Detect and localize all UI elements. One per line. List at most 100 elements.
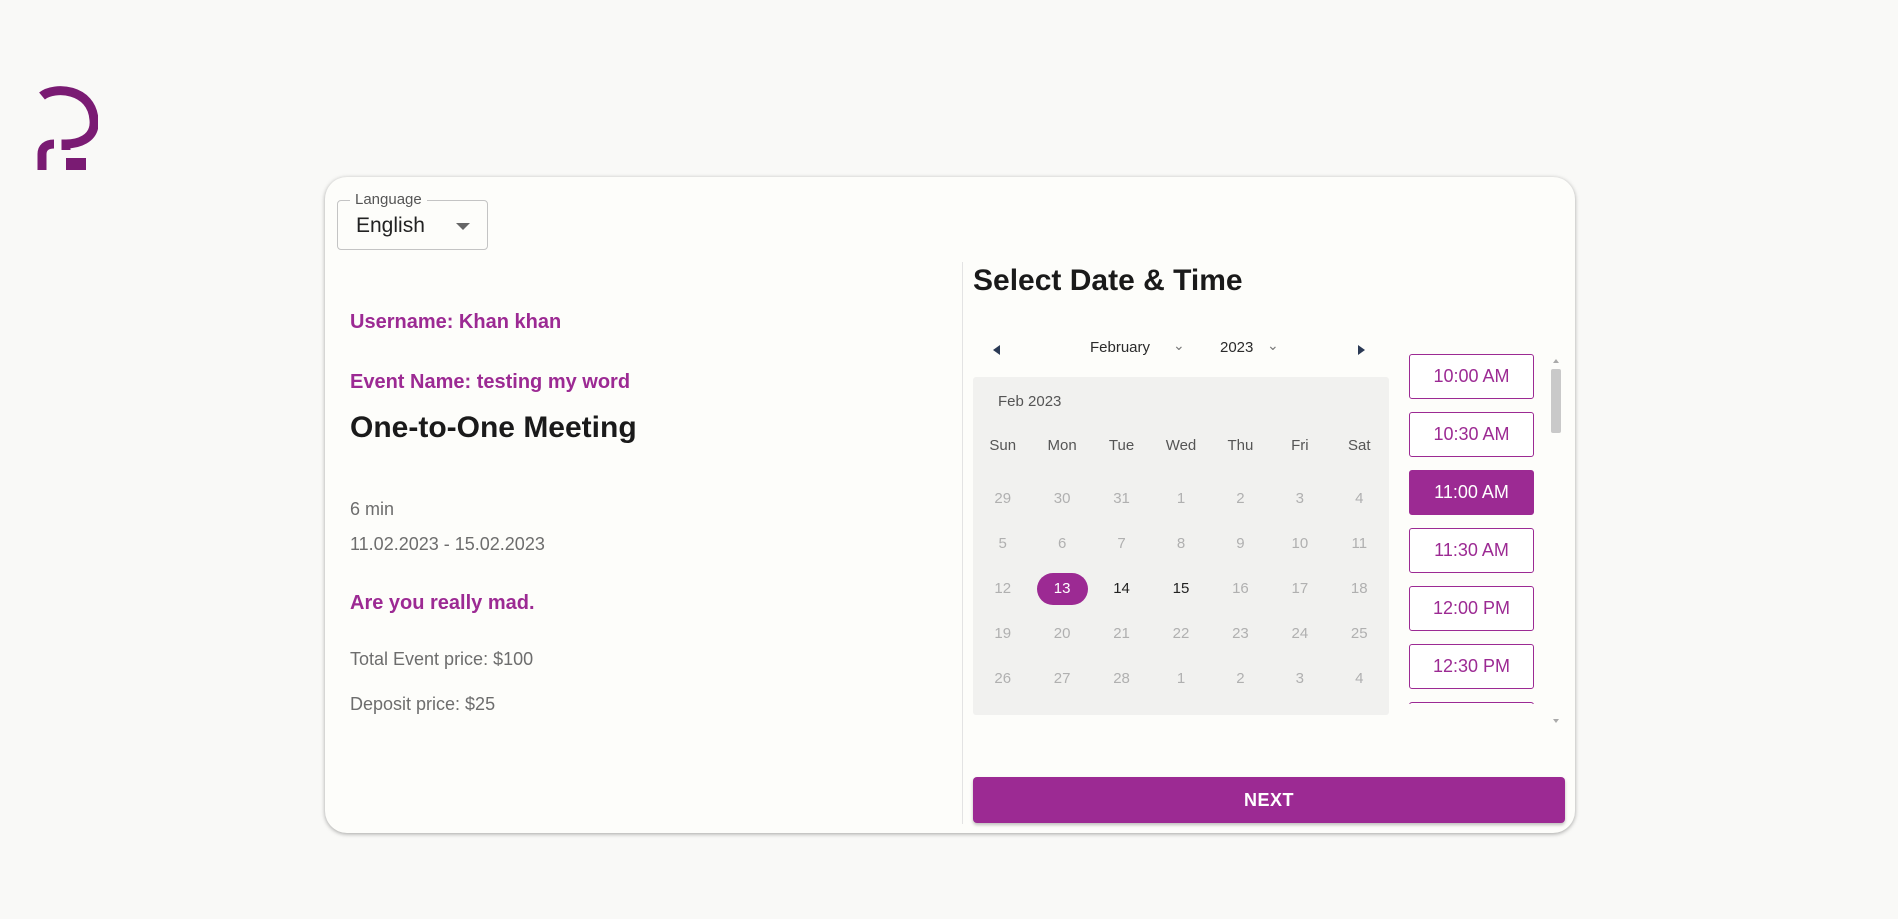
calendar-grid: Sun Mon Tue Wed Thu Fri Sat 29 30 31 1 2 3 4 5 6 7 8 9 10 11… — [973, 431, 1389, 701]
calendar-day: 1 — [1151, 476, 1210, 521]
scroll-thumb[interactable] — [1551, 369, 1561, 433]
calendar-day: 3 — [1270, 656, 1329, 701]
calendar-day: 30 — [1032, 476, 1091, 521]
calendar-day: 16 — [1211, 566, 1270, 611]
prev-month-icon[interactable] — [993, 345, 1000, 355]
calendar-day-number: 18 — [1350, 580, 1368, 597]
calendar-day-number: 19 — [994, 625, 1012, 642]
time-slot[interactable]: 10:30 AM — [1409, 412, 1534, 457]
calendar-day-number: 3 — [1295, 490, 1305, 507]
calendar-day-number: 28 — [1113, 670, 1130, 687]
time-slot[interactable]: 10:00 AM — [1409, 354, 1534, 399]
calendar-day-number: 27 — [1053, 670, 1071, 687]
calendar-day-number: 3 — [1295, 670, 1305, 687]
calendar-day: 22 — [1151, 611, 1210, 656]
next-button[interactable]: NEXT — [973, 777, 1565, 823]
calendar-day: 27 — [1032, 656, 1091, 701]
calendar-day-number: 13 — [1036, 572, 1088, 605]
event-title: One-to-One Meeting — [350, 411, 637, 444]
calendar-day: 31 — [1092, 476, 1151, 521]
calendar-day: 1 — [1151, 656, 1210, 701]
calendar-day: 28 — [1092, 656, 1151, 701]
calendar-day-number: 20 — [1053, 625, 1071, 642]
calendar-day: 4 — [1330, 656, 1389, 701]
calendar-day[interactable]: 14 — [1092, 566, 1151, 611]
time-slot-list: 10:00 AM 10:30 AM 11:00 AM 11:30 AM 12:00 PM… — [1407, 354, 1557, 704]
calendar-day: 17 — [1270, 566, 1329, 611]
calendar-day-number: 9 — [1236, 535, 1245, 552]
language-value: English — [356, 214, 425, 237]
calendar-day: 4 — [1330, 476, 1389, 521]
calendar-day-number: 16 — [1232, 580, 1249, 597]
weekday-header: Tue — [1108, 437, 1135, 454]
weekday-header: Wed — [1165, 437, 1197, 454]
calendar-day-number: 2 — [1236, 670, 1245, 687]
calendar-day: 21 — [1092, 611, 1151, 656]
time-slot[interactable]: 12:00 PM — [1409, 586, 1534, 631]
deposit-price: Deposit price: $25 — [350, 694, 496, 714]
language-label: Language — [350, 191, 427, 208]
calendar-day-number: 25 — [1350, 625, 1368, 642]
calendar-day: 2 — [1211, 476, 1270, 521]
calendar-day-number: 23 — [1232, 625, 1249, 642]
calendar-day-number: 6 — [1057, 535, 1067, 552]
calendar-day-number: 14 — [1113, 580, 1130, 597]
scroll-down-icon[interactable] — [1553, 719, 1559, 723]
calendar-caption: Feb 2023 — [998, 393, 1062, 410]
calendar-day-number: 12 — [994, 580, 1012, 597]
calendar-day-number: 30 — [1053, 490, 1071, 507]
weekday-header: Sun — [989, 437, 1017, 454]
calendar-day[interactable]: 15 — [1151, 566, 1210, 611]
caret-down-icon — [456, 223, 470, 230]
event-description: Are you really mad. — [350, 592, 535, 614]
calendar-day: 3 — [1270, 476, 1329, 521]
event-date-range: 11.02.2023 - 15.02.2023 — [350, 534, 545, 554]
calendar-day-number: 10 — [1291, 535, 1309, 552]
calendar-day-number: 31 — [1113, 490, 1130, 507]
weekday-header: Mon — [1047, 437, 1077, 454]
calendar: Feb 2023 Sun Mon Tue Wed Thu Fri Sat 29 30 31 1 2 3 4… — [973, 377, 1389, 715]
calendar-day: 5 — [973, 521, 1032, 566]
calendar-day-number: 29 — [994, 490, 1012, 507]
calendar-day-number: 21 — [1113, 625, 1130, 642]
calendar-day: 10 — [1270, 521, 1329, 566]
time-slot-scrollbar[interactable] — [1550, 359, 1562, 729]
chevron-down-icon[interactable]: ⌄ — [1267, 337, 1279, 354]
time-slot[interactable]: 12:30 PM — [1409, 644, 1534, 689]
event-name: Event Name: testing my word — [350, 371, 631, 393]
year-select[interactable]: 2023 — [1220, 339, 1253, 356]
calendar-day-number: 4 — [1355, 670, 1364, 687]
scheduler-title: Select Date & Time — [973, 264, 1243, 297]
language-select[interactable]: Language English — [337, 191, 488, 250]
chevron-down-icon[interactable]: ⌄ — [1173, 337, 1185, 354]
calendar-day: 26 — [973, 656, 1032, 701]
calendar-day-number: 24 — [1291, 625, 1309, 642]
time-slot[interactable]: 1:00 PM — [1409, 702, 1534, 704]
calendar-day: 6 — [1032, 521, 1091, 566]
calendar-day-number: 11 — [1351, 535, 1368, 552]
calendar-day: 23 — [1211, 611, 1270, 656]
total-price: Total Event price: $100 — [350, 649, 534, 669]
calendar-day-selected[interactable]: 13 — [1032, 566, 1091, 611]
calendar-day: 29 — [973, 476, 1032, 521]
weekday-header: Fri — [1291, 437, 1309, 454]
next-month-icon[interactable] — [1358, 345, 1365, 355]
calendar-day-number: 4 — [1355, 490, 1364, 507]
time-slot-selected[interactable]: 11:00 AM — [1409, 470, 1534, 515]
column-divider — [962, 262, 963, 824]
calendar-day: 18 — [1330, 566, 1389, 611]
month-select[interactable]: February — [1090, 339, 1150, 356]
calendar-day-number: 17 — [1291, 580, 1309, 597]
calendar-day: 12 — [973, 566, 1032, 611]
calendar-day-number: 1 — [1176, 490, 1186, 507]
time-slot[interactable]: 11:30 AM — [1409, 528, 1534, 573]
calendar-day-number: 22 — [1172, 625, 1190, 642]
scroll-up-icon[interactable] — [1553, 359, 1559, 363]
calendar-day-number: 5 — [998, 535, 1007, 552]
calendar-day: 20 — [1032, 611, 1091, 656]
username: Username: Khan khan — [350, 311, 562, 333]
weekday-header: Thu — [1227, 437, 1254, 454]
calendar-day-number: 15 — [1172, 580, 1190, 597]
calendar-day-number: 26 — [994, 670, 1012, 687]
calendar-day-number: 2 — [1236, 490, 1245, 507]
